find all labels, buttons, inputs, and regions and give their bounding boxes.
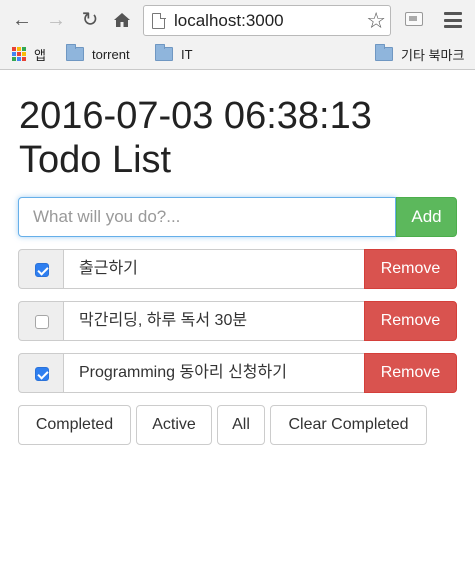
checkbox-addon	[18, 301, 64, 341]
todo-input-group: Add	[18, 197, 457, 237]
back-arrow-icon[interactable]: ←	[10, 8, 34, 32]
todo-checkbox[interactable]	[35, 263, 49, 277]
home-icon[interactable]	[110, 8, 134, 32]
todo-input[interactable]	[18, 197, 396, 237]
bookmark-apps[interactable]: 앱	[12, 44, 46, 64]
bookmark-it[interactable]: IT	[155, 44, 193, 64]
add-button[interactable]: Add	[396, 197, 457, 237]
bookmark-label: torrent	[92, 46, 130, 62]
folder-icon	[66, 44, 84, 61]
filter-completed-button[interactable]: Completed	[18, 405, 131, 445]
address-url[interactable]: localhost:3000	[174, 11, 284, 31]
title-datetime: 2016-07-03 06:38:13	[19, 95, 372, 137]
remove-button[interactable]: Remove	[364, 249, 457, 289]
reload-icon[interactable]: ↻	[78, 8, 102, 32]
bookmark-star-icon[interactable]: ☆	[366, 8, 386, 34]
title-heading: Todo List	[19, 139, 172, 181]
todo-text[interactable]: Programming 동아리 신청하기	[63, 353, 365, 393]
bookmark-torrent[interactable]: torrent	[66, 44, 130, 64]
checkbox-addon	[18, 249, 64, 289]
browser-toolbar: ← → ↻ localhost:3000 ☆	[0, 0, 475, 40]
browser-chrome: ← → ↻ localhost:3000 ☆ 앱 torrent IT 기타 북…	[0, 0, 475, 70]
remove-button[interactable]: Remove	[364, 353, 457, 393]
address-bar[interactable]: localhost:3000 ☆	[143, 5, 391, 36]
folder-icon	[375, 44, 393, 61]
clear-completed-button[interactable]: Clear Completed	[270, 405, 427, 445]
extension-icon[interactable]	[405, 12, 423, 26]
todo-checkbox[interactable]	[35, 367, 49, 381]
todo-text[interactable]: 막간리딩, 하루 독서 30분	[63, 301, 365, 341]
todo-item: 출근하기 Remove	[18, 249, 457, 289]
todo-checkbox[interactable]	[35, 315, 49, 329]
page-icon	[152, 12, 166, 29]
todo-item: 막간리딩, 하루 독서 30분 Remove	[18, 301, 457, 341]
remove-button[interactable]: Remove	[364, 301, 457, 341]
todo-item: Programming 동아리 신청하기 Remove	[18, 353, 457, 393]
checkbox-addon	[18, 353, 64, 393]
browser-menu-icon[interactable]	[444, 12, 462, 28]
todo-text[interactable]: 출근하기	[63, 249, 365, 289]
filter-active-button[interactable]: Active	[136, 405, 212, 445]
bookmark-other[interactable]: 기타 북마크	[375, 44, 464, 64]
bookmarks-bar: 앱 torrent IT 기타 북마크	[0, 40, 475, 68]
bookmark-label: IT	[181, 46, 193, 62]
filter-all-button[interactable]: All	[217, 405, 265, 445]
bookmark-label: 앱	[34, 47, 46, 63]
apps-grid-icon	[12, 47, 26, 61]
page-title: 2016-07-03 06:38:13 Todo List	[19, 94, 459, 182]
folder-icon	[155, 44, 173, 61]
forward-arrow-icon: →	[46, 9, 66, 31]
bookmark-label: 기타 북마크	[401, 47, 465, 63]
